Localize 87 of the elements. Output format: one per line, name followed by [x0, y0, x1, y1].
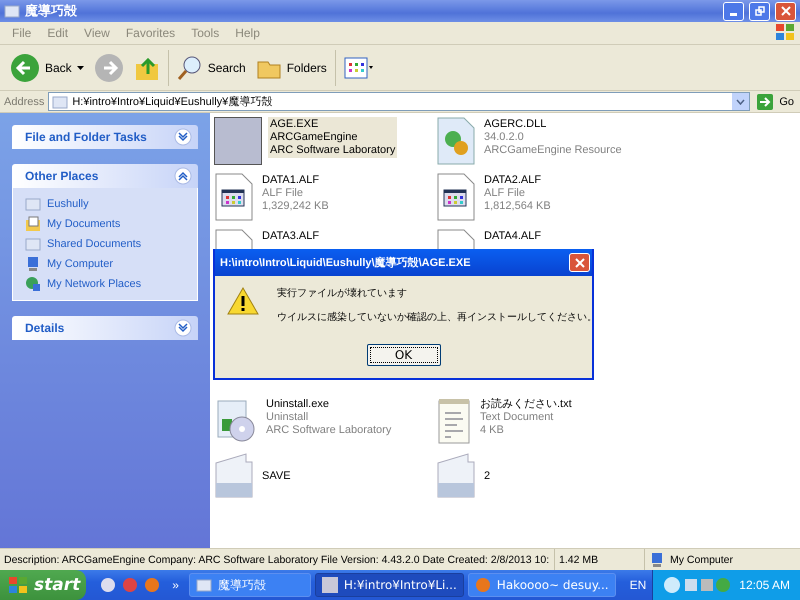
expand-chevron-icon: [174, 128, 192, 146]
task-panel-header[interactable]: Details: [12, 316, 198, 340]
views-button[interactable]: [342, 54, 376, 80]
back-button[interactable]: Back: [8, 50, 86, 84]
menu-item[interactable]: View: [76, 26, 118, 40]
menu-item[interactable]: File: [4, 26, 40, 40]
dialog-message: 実行ファイルが壊れています: [277, 286, 408, 300]
menu-item[interactable]: Edit: [39, 26, 76, 40]
menu-item[interactable]: Favorites: [118, 26, 184, 40]
windows-flag-icon: [774, 22, 796, 42]
close-icon: [574, 258, 584, 268]
windows-flag-icon: [8, 576, 28, 594]
documents-icon: [25, 216, 41, 232]
browser-icon: [144, 577, 160, 593]
taskbar-button[interactable]: Hakoooo~ desuy...: [468, 573, 616, 597]
file-label[interactable]: お読みください.txt Text Document 4 KB: [478, 397, 574, 438]
place-link[interactable]: My Network Places: [25, 276, 185, 292]
minimize-icon: [730, 12, 737, 16]
menu-item[interactable]: Tools: [183, 26, 228, 40]
window-title: 魔導巧殻: [25, 2, 78, 20]
menu-item[interactable]: Help: [227, 26, 268, 40]
close-button[interactable]: [569, 253, 590, 272]
folder-icon: [436, 453, 476, 499]
status-size: 1.42 MB: [559, 554, 598, 566]
place-link[interactable]: Shared Documents: [25, 236, 185, 252]
file-label[interactable]: AGE.EXE ARCGameEngine ARC Software Laboratory: [268, 117, 398, 158]
warning-icon: [227, 286, 259, 316]
dropdown-caret-icon: [76, 66, 84, 70]
panel-title: Details: [25, 321, 64, 335]
address-label: Address: [4, 96, 44, 108]
panel-title: Other Places: [25, 169, 98, 183]
restore-icon: [754, 6, 764, 16]
file-label[interactable]: 2: [482, 469, 492, 484]
file-label[interactable]: Uninstall.exe Uninstall ARC Software Laboratory: [264, 397, 394, 438]
folders-button[interactable]: Folders: [254, 54, 329, 82]
language-indicator[interactable]: EN: [624, 578, 652, 592]
close-icon: [780, 6, 790, 16]
place-link[interactable]: My Documents: [25, 216, 185, 232]
dialog-title: H:\intro\Intro\Liquid\Eushully\魔導巧殻\AGE.EXE: [220, 256, 471, 270]
document-window-icon: [214, 173, 254, 221]
taskbar-button[interactable]: H:¥intro¥Intro¥Li...: [314, 573, 464, 597]
folder-icon: [214, 453, 254, 499]
views-grid-icon: [344, 56, 374, 78]
notepad-icon: [436, 397, 472, 445]
start-button[interactable]: start: [0, 570, 86, 600]
document-top-icon: [436, 229, 476, 249]
place-link[interactable]: Eushully: [25, 196, 185, 212]
file-label[interactable]: DATA4.ALF: [482, 229, 544, 244]
file-label[interactable]: AGERC.DLL 34.0.2.0 ARCGameEngine Resource: [482, 117, 624, 158]
go-button[interactable]: Go: [754, 90, 796, 112]
status-zone: My Computer: [670, 554, 734, 566]
folder-icon: [25, 197, 41, 211]
minimize-button[interactable]: [723, 2, 744, 20]
close-button[interactable]: [775, 2, 796, 20]
document-top-icon: [214, 229, 254, 249]
gear-document-icon: [436, 117, 476, 165]
file-label[interactable]: DATA2.ALF ALF File 1,812,564 KB: [482, 173, 553, 214]
restore-button[interactable]: [749, 2, 770, 20]
folder-icon: [25, 237, 41, 251]
folder-icon: [196, 578, 212, 592]
dialog-message: ウイルスに感染していないか確認の上、再インストールしてください。: [277, 310, 597, 324]
expand-chevron-icon: [174, 319, 192, 337]
panel-title: File and Folder Tasks: [25, 130, 147, 144]
document-window-icon: [436, 173, 476, 221]
folder-icon: [4, 4, 20, 18]
character-thumbnail: [214, 117, 262, 165]
address-field[interactable]: H:¥intro¥Intro¥Liquid¥Eushully¥魔導巧殻: [48, 92, 750, 111]
globe-computer-icon: [25, 276, 41, 292]
file-label[interactable]: DATA3.ALF: [260, 229, 322, 244]
taskbar-button[interactable]: 魔導巧殻: [188, 573, 311, 597]
ok-button[interactable]: OK: [366, 344, 440, 366]
file-label[interactable]: DATA1.ALF ALF File 1,329,242 KB: [260, 173, 331, 214]
more-chevron[interactable]: »: [166, 578, 185, 592]
task-panel-header[interactable]: File and Folder Tasks: [12, 125, 198, 149]
task-panel-header[interactable]: Other Places: [12, 164, 198, 188]
place-link[interactable]: My Computer: [25, 256, 185, 272]
avatar-placeholder: [322, 577, 338, 593]
folder-icon: [52, 94, 68, 108]
search-icon: [176, 54, 203, 80]
computer-icon: [25, 256, 41, 272]
file-label[interactable]: SAVE: [260, 469, 293, 484]
collapse-chevron-icon: [174, 167, 192, 185]
computer-icon: [649, 552, 665, 568]
status-description: Description: ARCGameEngine Company: ARC Software Laboratory File Version: 4.43.2.0 Date Created: 2/8/2013 10:: [4, 554, 550, 566]
clock: 12:05 AM: [739, 578, 790, 592]
browser-icon: [474, 577, 491, 593]
search-button[interactable]: Search: [174, 52, 248, 82]
